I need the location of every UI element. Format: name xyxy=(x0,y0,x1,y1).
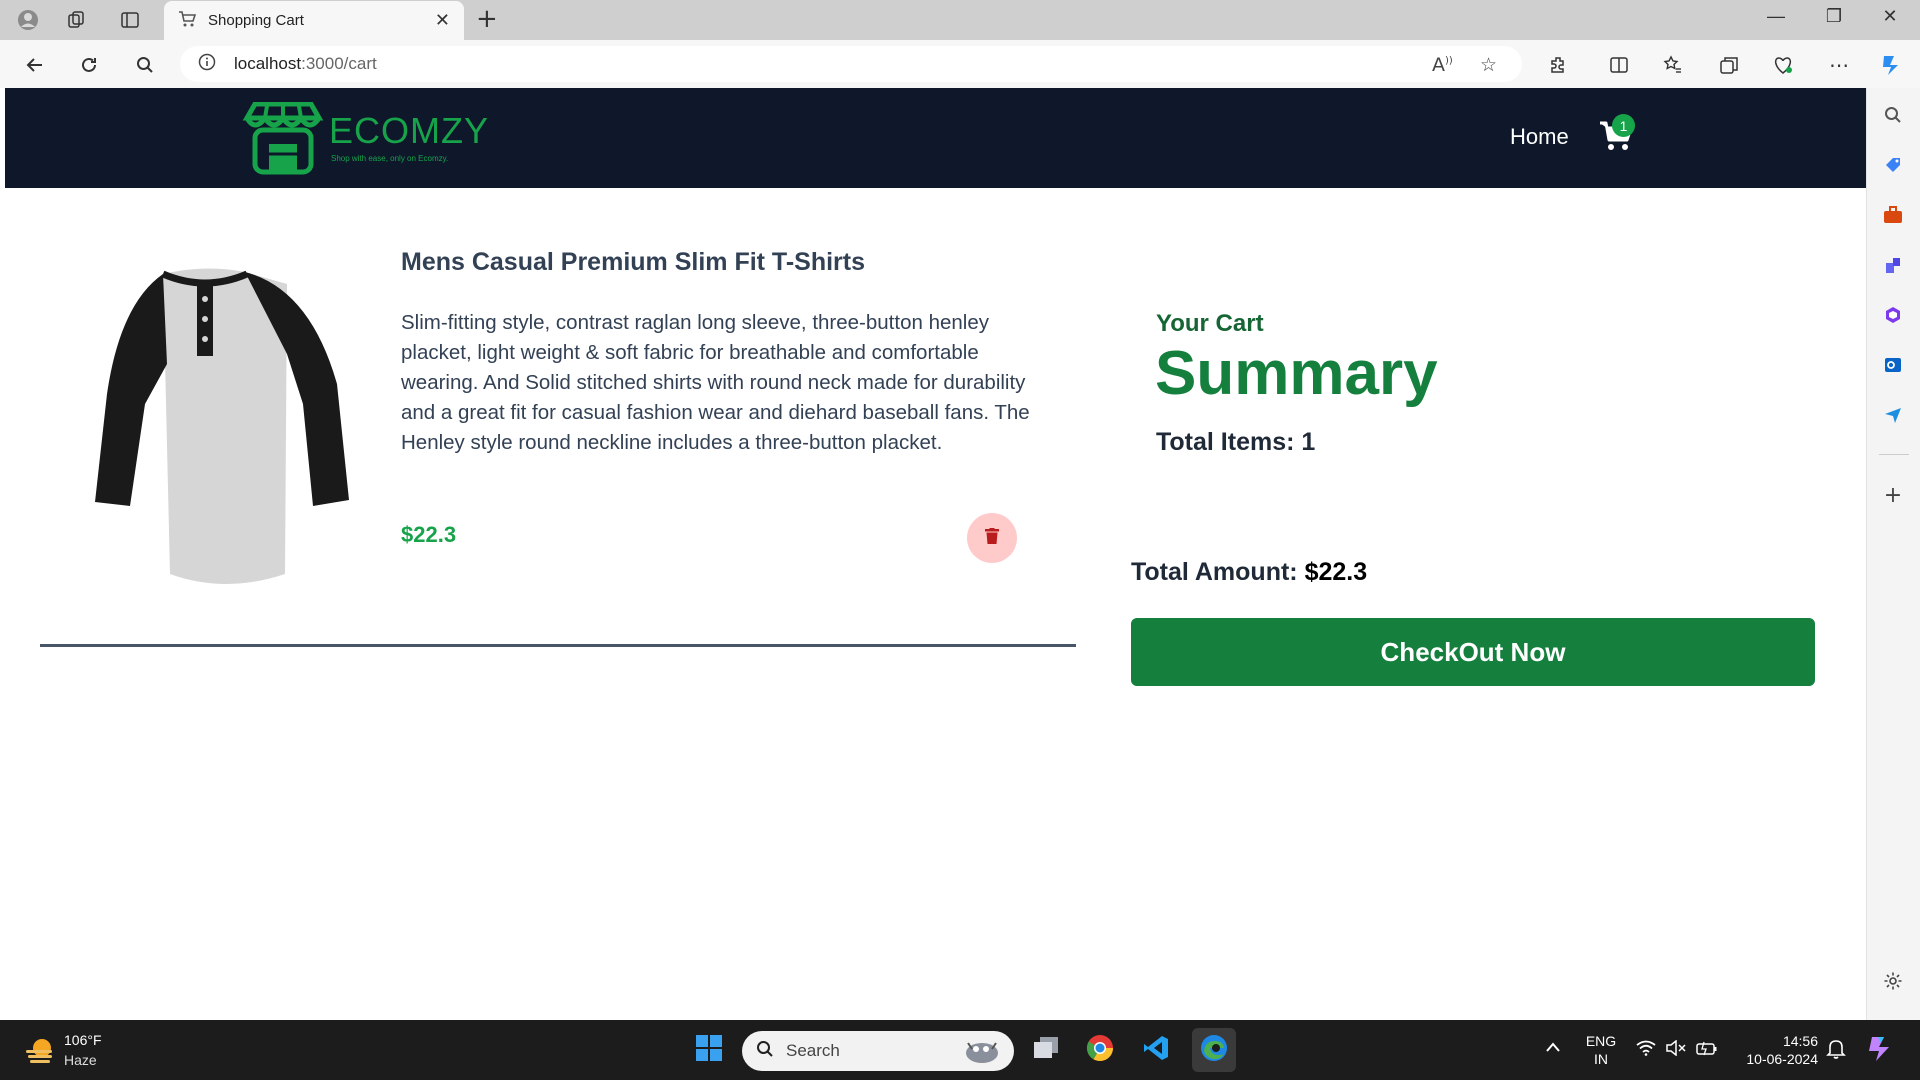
sidebar-search-icon[interactable] xyxy=(1880,102,1906,128)
tab-shopping-cart[interactable]: Shopping Cart ✕ xyxy=(164,1,464,40)
total-amount-label: Total Amount: xyxy=(1131,558,1305,586)
item-divider xyxy=(40,644,1076,647)
product-image xyxy=(75,244,375,614)
read-aloud-icon[interactable]: A)) xyxy=(1432,54,1453,76)
volume-muted-icon[interactable] xyxy=(1666,1039,1686,1060)
brand-logo[interactable]: ECOMZY Shop with ease, only on Ecomzy. xyxy=(241,101,488,178)
battery-icon[interactable] xyxy=(1696,1040,1718,1060)
split-screen-icon[interactable] xyxy=(1604,50,1634,80)
checkout-button[interactable]: CheckOut Now xyxy=(1131,618,1815,686)
address-bar[interactable]: localhost:3000/cart A)) ☆ xyxy=(180,46,1522,82)
brand-tagline: Shop with ease, only on Ecomzy. xyxy=(331,154,449,163)
url-text: localhost:3000/cart xyxy=(234,54,377,73)
shopping-cart-icon xyxy=(1599,121,1633,156)
nav-home-link[interactable]: Home xyxy=(1510,124,1569,150)
page-content: ECOMZY Shop with ease, only on Ecomzy. H… xyxy=(5,88,1866,1020)
trash-icon xyxy=(985,528,999,548)
copilot-icon[interactable] xyxy=(1876,50,1906,80)
total-amount-value: $22.3 xyxy=(1304,558,1368,586)
search-highlight-icon xyxy=(962,1037,1002,1069)
search-icon[interactable] xyxy=(130,50,160,80)
product-description: Slim-fitting style, contrast raglan long… xyxy=(401,311,1030,454)
taskbar-search-icon xyxy=(756,1040,774,1062)
close-tab-icon[interactable]: ✕ xyxy=(435,10,450,31)
tab-actions-icon[interactable] xyxy=(116,6,144,34)
edge-icon xyxy=(1199,1033,1229,1067)
weather-temperature: 106°F xyxy=(64,1032,102,1048)
more-options-icon[interactable]: ⋯ xyxy=(1824,50,1854,80)
chrome-icon xyxy=(1086,1034,1114,1066)
edge-app[interactable] xyxy=(1192,1028,1236,1072)
chrome-app[interactable] xyxy=(1082,1032,1118,1068)
site-info-icon[interactable] xyxy=(198,53,216,75)
wifi-icon[interactable] xyxy=(1636,1040,1656,1060)
show-hidden-icons-chevron-up-icon[interactable] xyxy=(1545,1038,1561,1057)
product-price: $22.3 xyxy=(401,522,457,547)
total-items: Total Items: 1 xyxy=(1156,428,1316,456)
storefront-icon xyxy=(241,101,325,182)
sidebar-divider xyxy=(1879,454,1909,455)
back-icon[interactable] xyxy=(20,50,50,80)
vscode-app[interactable] xyxy=(1138,1032,1174,1068)
weather-widget[interactable]: 106°F Haze xyxy=(22,1030,132,1070)
windows-logo-icon xyxy=(695,1034,723,1066)
games-icon[interactable] xyxy=(1880,252,1906,278)
sidebar-settings-icon[interactable] xyxy=(1880,968,1906,994)
browser-toolbar: localhost:3000/cart A)) ☆ ⋯ xyxy=(0,40,1920,88)
windows-taskbar: 106°F Haze Search ENG IN 14:56 10-06-202… xyxy=(0,1020,1920,1080)
cart-count-badge: 1 xyxy=(1612,114,1635,137)
add-sidebar-icon[interactable]: + xyxy=(1880,482,1906,508)
site-navbar: ECOMZY Shop with ease, only on Ecomzy. H… xyxy=(5,88,1866,188)
file-explorer-app[interactable] xyxy=(1028,1032,1064,1068)
profile-icon[interactable] xyxy=(14,6,42,34)
close-window-button[interactable]: ✕ xyxy=(1870,6,1910,27)
browser-essentials-icon[interactable] xyxy=(1768,50,1798,80)
outlook-icon[interactable] xyxy=(1880,352,1906,378)
collections-icon[interactable] xyxy=(1714,50,1744,80)
haze-sun-icon xyxy=(24,1036,56,1068)
summary-title: Summary xyxy=(1155,339,1438,408)
restore-button[interactable]: ❐ xyxy=(1814,6,1854,27)
tools-icon[interactable] xyxy=(1880,202,1906,228)
region-code: IN xyxy=(1594,1051,1608,1067)
minimize-button[interactable]: — xyxy=(1756,6,1796,27)
copilot-taskbar-icon[interactable] xyxy=(1864,1034,1894,1068)
browser-sidebar: + xyxy=(1866,88,1920,1020)
favorite-star-icon[interactable]: ☆ xyxy=(1480,54,1497,76)
shopping-tag-icon[interactable] xyxy=(1880,152,1906,178)
clock[interactable]: 14:56 10-06-2024 xyxy=(1738,1032,1818,1068)
vscode-icon xyxy=(1142,1034,1170,1066)
taskbar-search-placeholder: Search xyxy=(786,1041,840,1060)
start-button[interactable] xyxy=(691,1032,727,1068)
workspaces-icon[interactable] xyxy=(62,6,90,34)
taskbar-search[interactable]: Search xyxy=(742,1031,1014,1071)
extensions-icon[interactable] xyxy=(1544,50,1574,80)
remove-item-button[interactable] xyxy=(967,513,1017,563)
product-title: Mens Casual Premium Slim Fit T-Shirts xyxy=(401,248,866,276)
clock-date: 10-06-2024 xyxy=(1746,1051,1818,1067)
total-amount: Total Amount: $22.3 xyxy=(1131,558,1367,587)
window-stack-icon xyxy=(1032,1036,1060,1064)
favorites-icon[interactable] xyxy=(1658,50,1688,80)
clock-time: 14:56 xyxy=(1782,1033,1818,1049)
notifications-bell-icon[interactable] xyxy=(1826,1038,1846,1064)
new-tab-button[interactable]: + xyxy=(476,4,498,34)
brand-name: ECOMZY xyxy=(329,110,490,151)
weather-condition: Haze xyxy=(64,1052,97,1068)
refresh-icon[interactable] xyxy=(74,50,104,80)
microsoft-365-icon[interactable] xyxy=(1880,302,1906,328)
summary-label: Your Cart xyxy=(1156,310,1264,337)
language-indicator[interactable]: ENG IN xyxy=(1584,1032,1618,1068)
cart-favicon-icon xyxy=(178,10,197,32)
language-code: ENG xyxy=(1585,1033,1617,1049)
browser-tab-bar: Shopping Cart ✕ + — ❐ ✕ xyxy=(0,0,1920,40)
send-icon[interactable] xyxy=(1880,402,1906,428)
tab-title: Shopping Cart xyxy=(208,12,304,29)
